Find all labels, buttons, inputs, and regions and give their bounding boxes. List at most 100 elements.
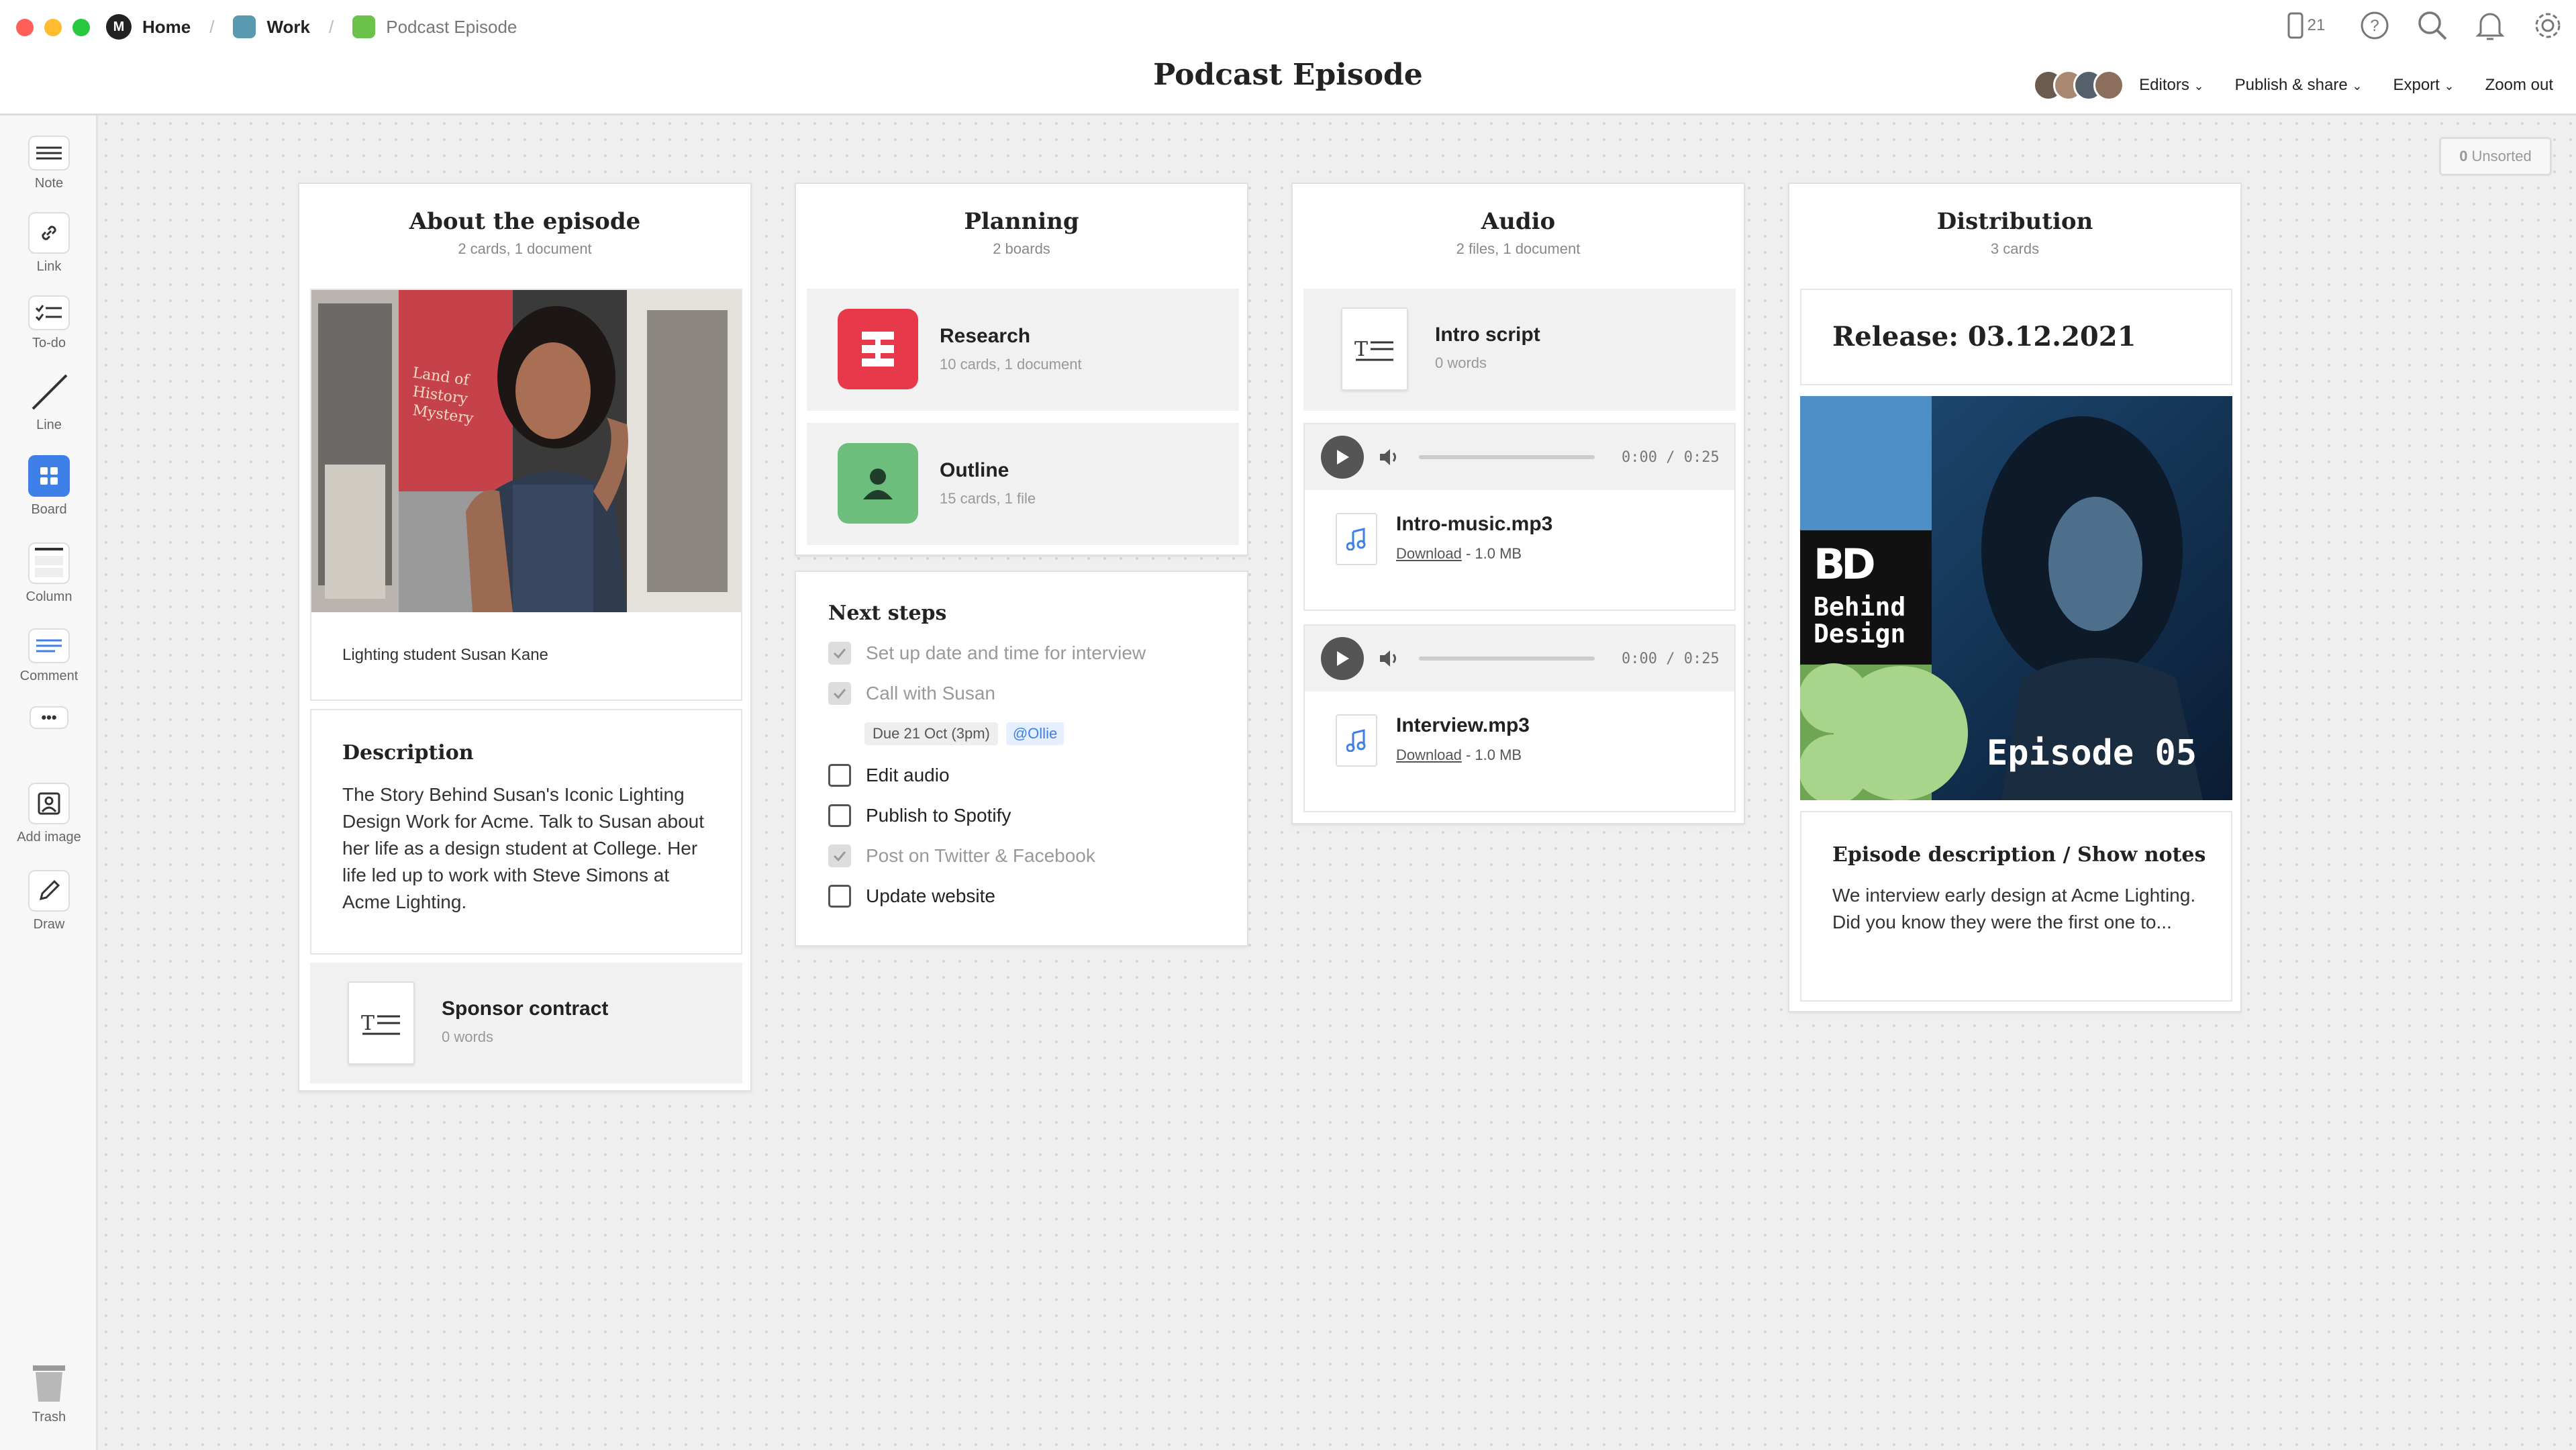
checkbox-checked[interactable] (828, 682, 851, 705)
audio-player: 0:00 / 0:25 (1305, 424, 1734, 490)
todo-item[interactable]: Publish to Spotify (828, 804, 1011, 827)
episode-cover-image[interactable]: BD Behind Design Episode 05 (1800, 396, 2232, 800)
todo-item[interactable]: Set up date and time for interview (828, 642, 1146, 665)
play-button[interactable] (1321, 436, 1364, 479)
progress-bar[interactable] (1419, 657, 1595, 661)
editors-menu[interactable]: Editors ⌄ (2139, 76, 2203, 95)
tool-draw[interactable]: Draw (0, 870, 98, 932)
maximize-window-button[interactable] (72, 19, 90, 36)
todo-item[interactable]: Update website (828, 885, 995, 908)
tool-trash-label: Trash (32, 1410, 66, 1424)
audio-file-card[interactable]: 0:00 / 0:25 Interview.mp3 Download - 1.0… (1303, 624, 1736, 812)
minimize-window-button[interactable] (44, 19, 62, 36)
board-research[interactable]: Research 10 cards, 1 document (807, 289, 1239, 411)
play-button[interactable] (1321, 637, 1364, 680)
tool-board[interactable]: Board (0, 455, 98, 518)
play-icon (1337, 651, 1349, 666)
settings-button[interactable] (2532, 9, 2564, 42)
board-icon (352, 15, 376, 38)
publish-share-menu[interactable]: Publish & share ⌄ (2235, 76, 2363, 95)
export-menu[interactable]: Export ⌄ (2393, 76, 2454, 95)
tool-line[interactable]: Line (0, 371, 98, 433)
top-right-icons: 21 ? (2279, 9, 2564, 42)
todo-item[interactable]: Call with Susan (828, 682, 995, 705)
tool-todo[interactable]: To-do (0, 295, 98, 351)
progress-bar[interactable] (1419, 455, 1595, 459)
help-button[interactable]: ? (2359, 9, 2391, 42)
sponsor-contract-doc[interactable]: T Sponsor contract 0 words (310, 963, 742, 1083)
trash-button[interactable]: Trash (0, 1363, 98, 1425)
column-distribution[interactable]: Distribution 3 cards Release: 03.12.2021… (1788, 183, 2242, 1012)
show-notes-text: We interview early design at Acme Lighti… (1832, 885, 2196, 932)
cover-brand: Behind Design (1814, 592, 1906, 648)
file-size: - 1.0 MB (1461, 746, 1522, 763)
document-word-count: 0 words (442, 1028, 494, 1045)
breadcrumb-podcast[interactable]: Podcast Episode (352, 15, 517, 38)
volume-icon[interactable] (1379, 648, 1401, 669)
search-button[interactable] (2416, 9, 2448, 42)
show-notes-card[interactable]: Episode description / Show notes We inte… (1800, 811, 2232, 1002)
volume-icon[interactable] (1379, 447, 1401, 467)
notifications-button[interactable] (2474, 9, 2506, 42)
column-icon (28, 542, 70, 584)
todo-label: Publish to Spotify (866, 805, 1011, 826)
more-tools-button[interactable]: ••• (0, 706, 98, 734)
tool-comment[interactable]: Comment (0, 628, 98, 684)
tool-link[interactable]: Link (0, 212, 98, 275)
todo-label: Update website (866, 885, 996, 906)
mention-badge[interactable]: @Ollie (1005, 722, 1064, 745)
file-meta: Download - 1.0 MB (1396, 746, 1522, 764)
unsorted-button[interactable]: 0 Unsorted (2439, 137, 2552, 176)
note-icon (28, 136, 70, 171)
todo-item[interactable]: Post on Twitter & Facebook (828, 844, 1095, 867)
breadcrumb-separator: / (209, 16, 215, 37)
checkbox[interactable] (828, 804, 851, 827)
window-controls (16, 19, 90, 36)
download-link[interactable]: Download (1396, 545, 1462, 562)
tool-link-label: Link (36, 259, 62, 274)
column-planning[interactable]: Planning 2 boards Research 10 cards, 1 d… (795, 183, 1248, 556)
file-name: Interview.mp3 (1396, 714, 1530, 736)
todo-label: Set up date and time for interview (866, 642, 1146, 663)
release-card[interactable]: Release: 03.12.2021 (1800, 289, 2232, 385)
help-icon: ? (2361, 11, 2389, 40)
more-icon: ••• (30, 706, 68, 729)
column-audio[interactable]: Audio 2 files, 1 document T Intro script… (1291, 183, 1745, 824)
breadcrumb-home[interactable]: M Home (106, 14, 191, 40)
link-icon (28, 212, 70, 254)
audio-file-card[interactable]: 0:00 / 0:25 Intro-music.mp3 Download - 1… (1303, 423, 1736, 611)
breadcrumb-work[interactable]: Work (233, 15, 310, 38)
editor-avatars[interactable] (2033, 70, 2125, 101)
todo-item[interactable]: Edit audio (828, 764, 950, 787)
play-icon (1337, 450, 1349, 465)
close-window-button[interactable] (16, 19, 34, 36)
board-outline[interactable]: Outline 15 cards, 1 file (807, 423, 1239, 545)
trash-icon (28, 1363, 70, 1404)
image-card[interactable]: Land of History Mystery Lighting student… (310, 289, 742, 701)
show-notes-title: Episode description / Show notes (1832, 843, 2206, 867)
top-bar: M Home / Work / Podcast Episode 21 ? Pod… (0, 0, 2576, 115)
checkbox[interactable] (828, 885, 851, 908)
tool-add-image[interactable]: Add image (0, 783, 98, 845)
intro-script-doc[interactable]: T Intro script 0 words (1303, 289, 1736, 411)
svg-text:T: T (1354, 338, 1368, 361)
due-date-badge[interactable]: Due 21 Oct (3pm) (864, 722, 998, 745)
checkbox-checked[interactable] (828, 642, 851, 665)
download-link[interactable]: Download (1396, 746, 1462, 763)
checkbox[interactable] (828, 764, 851, 787)
tool-note[interactable]: Note (0, 136, 98, 191)
todo-icon (28, 295, 70, 330)
tool-column[interactable]: Column (0, 542, 98, 605)
device-button[interactable]: 21 (2279, 9, 2333, 42)
column-about-episode[interactable]: About the episode 2 cards, 1 document La… (298, 183, 752, 1092)
next-steps-card[interactable]: Next steps Set up date and time for inte… (795, 571, 1248, 947)
release-date: Release: 03.12.2021 (1832, 321, 2136, 352)
description-card[interactable]: Description The Story Behind Susan's Ico… (310, 709, 742, 955)
breadcrumb: M Home / Work / Podcast Episode (106, 12, 517, 42)
bell-icon (2475, 13, 2505, 40)
device-count: 21 (2307, 16, 2326, 34)
zoom-out-button[interactable]: Zoom out (2485, 76, 2553, 95)
checkbox-checked[interactable] (828, 844, 851, 867)
audio-player: 0:00 / 0:25 (1305, 626, 1734, 691)
editors-label: Editors (2139, 76, 2189, 94)
